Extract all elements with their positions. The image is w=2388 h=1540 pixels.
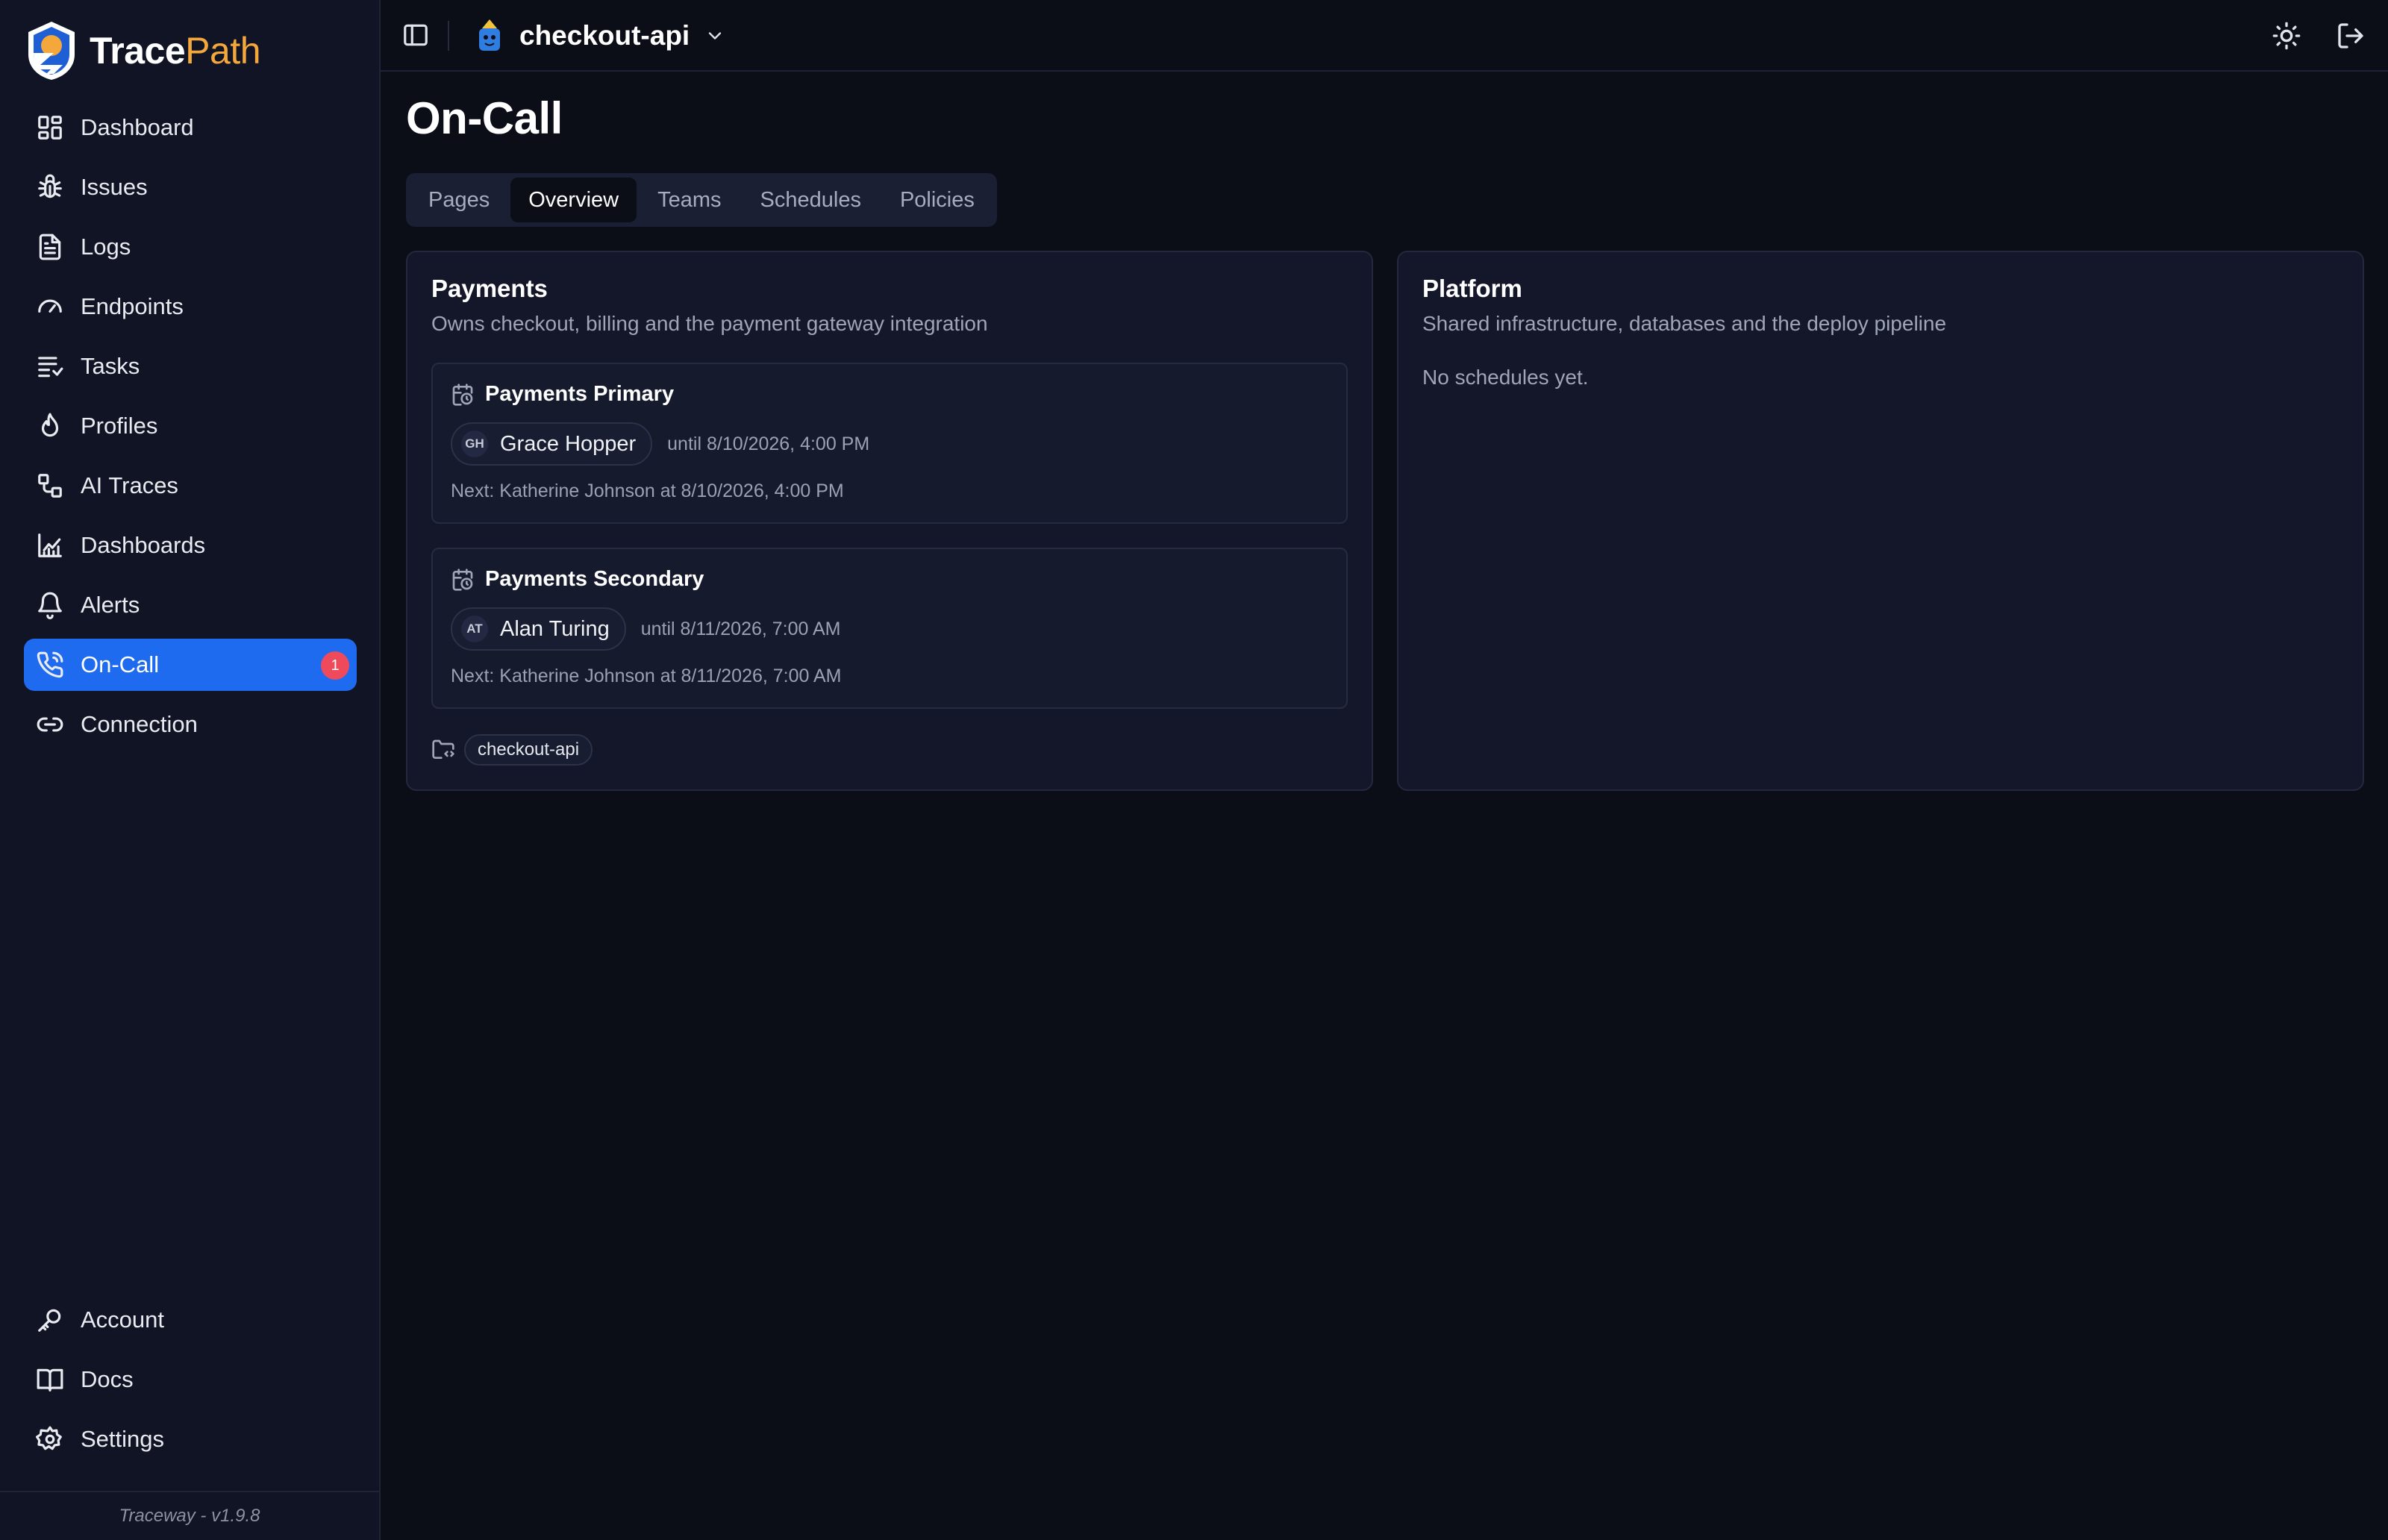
team-name: Platform — [1422, 275, 1522, 302]
sidebar-item-label: Alerts — [81, 592, 140, 618]
tab-overview[interactable]: Overview — [510, 178, 637, 222]
oncall-person-chip[interactable]: GH Grace Hopper — [451, 422, 653, 466]
brand-name: TracePath — [90, 29, 261, 72]
sidebar-item-dashboards[interactable]: Dashboards — [24, 519, 357, 572]
avatar: AT — [461, 616, 488, 642]
next-oncall: Next: Katherine Johnson at 8/11/2026, 7:… — [451, 666, 842, 686]
project-chip[interactable]: checkout-api — [464, 734, 593, 766]
oncall-row: GH Grace Hopper until 8/10/2026, 4:00 PM — [451, 422, 869, 466]
tracepath-logo-icon — [28, 22, 75, 80]
avatar: GH — [461, 431, 488, 457]
sidebar-item-alerts[interactable]: Alerts — [24, 579, 357, 631]
project-switcher[interactable]: checkout-api — [475, 15, 725, 57]
sidebar-item-dashboard[interactable]: Dashboard — [24, 101, 357, 154]
sidebar-bottom-nav: Account Docs Settings — [24, 1294, 357, 1473]
empty-schedules-note: No schedules yet. — [1422, 366, 1589, 389]
app-root: TracePath Dashboard Issues Logs Endpoint… — [0, 0, 2388, 1540]
bell-icon — [38, 592, 62, 619]
team-description: Owns checkout, billing and the payment g… — [431, 312, 988, 335]
topbar-divider — [448, 21, 449, 51]
sidebar-item-label: AI Traces — [81, 472, 178, 498]
sidebar-item-label: Issues — [81, 174, 148, 200]
tab-bar: Pages Overview Teams Schedules Policies — [406, 173, 997, 227]
sidebar-item-label: Docs — [81, 1366, 134, 1392]
sidebar-nav: Dashboard Issues Logs Endpoints Tasks Pr… — [24, 101, 357, 758]
sidebar-item-ai-traces[interactable]: AI Traces — [24, 460, 357, 512]
sidebar-item-connection[interactable]: Connection — [24, 698, 357, 751]
sidebar-item-label: Settings — [81, 1426, 165, 1452]
oncall-person-name: Grace Hopper — [500, 431, 637, 456]
schedule-header: Payments Primary — [451, 382, 674, 407]
team-card-platform: Platform Shared infrastructure, database… — [1397, 251, 2364, 791]
key-icon — [38, 1309, 61, 1332]
tab-policies[interactable]: Policies — [882, 178, 993, 222]
tab-schedules[interactable]: Schedules — [743, 178, 879, 222]
sidebar-item-docs[interactable]: Docs — [24, 1353, 357, 1406]
calendar-clock-icon — [452, 568, 473, 591]
sidebar-item-label: Connection — [81, 711, 198, 737]
schedule-card[interactable]: Payments Primary GH Grace Hopper until 8… — [431, 363, 1348, 524]
logout-icon[interactable] — [2336, 21, 2366, 51]
list-icon — [38, 357, 63, 378]
folder-code-icon — [432, 739, 454, 759]
sidebar-item-label: Endpoints — [81, 293, 184, 319]
sidebar-item-label: Profiles — [81, 413, 158, 439]
sidebar-item-issues[interactable]: Issues — [24, 161, 357, 213]
oncall-person-chip[interactable]: AT Alan Turing — [451, 607, 626, 651]
sidebar-item-endpoints[interactable]: Endpoints — [24, 281, 357, 333]
tab-teams[interactable]: Teams — [640, 178, 739, 222]
sidebar-item-account[interactable]: Account — [24, 1294, 357, 1346]
project-name: checkout-api — [519, 20, 690, 51]
sidebar-toggle-icon[interactable] — [401, 21, 430, 49]
workflow-icon — [38, 474, 62, 498]
schedule-card[interactable]: Payments Secondary AT Alan Turing until … — [431, 548, 1348, 709]
calendar-clock-icon — [452, 383, 473, 406]
sidebar: TracePath Dashboard Issues Logs Endpoint… — [0, 0, 381, 1540]
tab-pages[interactable]: Pages — [410, 178, 507, 222]
schedule-header: Payments Secondary — [451, 567, 704, 592]
schedule-name: Payments Primary — [485, 382, 675, 406]
oncall-person-name: Alan Turing — [500, 616, 610, 641]
flame-icon — [41, 413, 59, 437]
next-oncall: Next: Katherine Johnson at 8/10/2026, 4:… — [451, 481, 844, 501]
link-icon — [37, 717, 63, 732]
notification-badge: 1 — [321, 651, 349, 680]
oncall-until: until 8/11/2026, 7:00 AM — [640, 618, 841, 639]
project-avatar-icon — [479, 19, 500, 51]
team-card-payments: Payments Owns checkout, billing and the … — [406, 251, 1373, 791]
phone-icon — [37, 651, 63, 678]
team-name: Payments — [431, 275, 548, 302]
file-text-icon — [39, 234, 61, 260]
chevron-down-icon — [709, 32, 722, 40]
oncall-row: AT Alan Turing until 8/11/2026, 7:00 AM — [451, 607, 841, 651]
page-title: On-Call — [406, 93, 563, 143]
sun-icon[interactable] — [2272, 21, 2301, 51]
sidebar-item-label: Tasks — [81, 353, 140, 379]
brand-name-part2: Path — [185, 30, 261, 72]
team-projects: checkout-api — [431, 734, 593, 766]
sidebar-item-settings[interactable]: Settings — [24, 1413, 357, 1465]
oncall-until: until 8/10/2026, 4:00 PM — [667, 433, 870, 454]
brand[interactable]: TracePath — [24, 18, 261, 84]
topbar: checkout-api — [381, 0, 2388, 72]
schedule-name: Payments Secondary — [485, 567, 704, 591]
version-footer: Traceway - v1.9.8 — [0, 1491, 379, 1540]
sidebar-item-label: Dashboards — [81, 532, 206, 558]
brand-name-part1: Trace — [90, 30, 186, 72]
bug-icon — [38, 174, 62, 198]
gear-icon — [36, 1426, 62, 1450]
layout-grid-icon — [38, 116, 62, 140]
book-icon — [37, 1368, 63, 1392]
sidebar-item-label: On-Call — [81, 651, 160, 677]
team-description: Shared infrastructure, databases and the… — [1422, 312, 1947, 335]
sidebar-item-on-call[interactable]: On-Call 1 — [24, 639, 357, 691]
sidebar-item-label: Account — [81, 1306, 165, 1333]
sidebar-item-label: Logs — [81, 234, 131, 260]
sidebar-item-label: Dashboard — [81, 114, 194, 140]
sidebar-item-tasks[interactable]: Tasks — [24, 340, 357, 392]
sidebar-item-logs[interactable]: Logs — [24, 221, 357, 273]
gauge-icon — [38, 299, 62, 313]
chart-icon — [38, 533, 62, 557]
sidebar-item-profiles[interactable]: Profiles — [24, 400, 357, 452]
